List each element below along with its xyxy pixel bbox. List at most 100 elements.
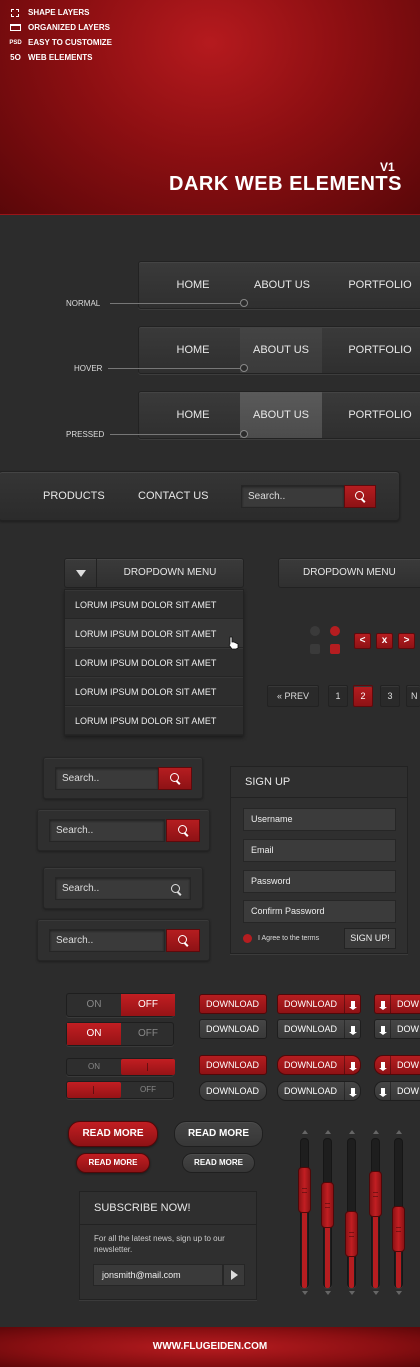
download-arrow-icon (375, 1082, 391, 1100)
search-input[interactable]: Search.. (55, 767, 159, 790)
search-button[interactable] (344, 485, 376, 508)
nav-item-about[interactable]: ABOUT US (241, 262, 323, 308)
slider-knob[interactable] (392, 1205, 405, 1252)
slider-up-arrow-icon[interactable] (373, 1130, 379, 1134)
subscribe-email-input[interactable]: jonsmith@mail.com (93, 1264, 223, 1286)
slider-up-arrow-icon[interactable] (325, 1130, 331, 1134)
read-more-button-small[interactable]: READ MORE (76, 1153, 150, 1173)
search-widget-1: Search.. (43, 757, 203, 799)
dropdown-item[interactable]: LORUM IPSUM DOLOR SIT AMET (65, 648, 243, 677)
email-field[interactable]: Email (243, 839, 396, 862)
subscribe-submit-button[interactable] (223, 1264, 245, 1286)
dropdown-toggle[interactable] (65, 559, 97, 587)
slider-down-arrow-icon[interactable] (325, 1291, 331, 1295)
agree-radio[interactable] (243, 934, 252, 943)
toggle-off[interactable]: ON OFF (66, 993, 175, 1017)
toggle-on[interactable]: ON OFF (66, 1022, 174, 1046)
state-label-normal: NORMAL (66, 299, 101, 308)
pagination-page-active[interactable]: 2 (353, 685, 373, 707)
download-button[interactable]: DOWNLOAD (199, 994, 267, 1014)
pagination-page[interactable]: 1 (328, 685, 348, 707)
dropdown-item[interactable]: LORUM IPSUM DOLOR SIT AMET (65, 677, 243, 706)
username-field[interactable]: Username (243, 808, 396, 831)
read-more-button-small[interactable]: READ MORE (182, 1153, 255, 1173)
slider-knob[interactable] (345, 1210, 358, 1257)
download-icon-button[interactable]: DOWNLOAD (277, 994, 361, 1014)
radio-off[interactable] (310, 626, 320, 636)
nav-item-home[interactable]: HOME (157, 327, 229, 373)
download-icon-left-button[interactable]: DOW (374, 1055, 420, 1075)
radio-on[interactable] (330, 626, 340, 636)
toggle-off-label: OFF (121, 994, 175, 1016)
search-input[interactable]: Search.. (49, 929, 165, 952)
toggle-small-on[interactable]: ON (66, 1058, 175, 1076)
dropdown-header-2[interactable]: DROPDOWN MENU (278, 558, 420, 588)
triangle-down-icon (75, 569, 86, 577)
dropdown-item[interactable]: LORUM IPSUM DOLOR SIT AMET (65, 590, 243, 619)
search-icon (170, 883, 182, 895)
subscribe-text: For all the latest news, sign up to our … (94, 1234, 225, 1254)
toggle-small-off[interactable]: OFF (66, 1081, 174, 1099)
close-button[interactable]: x (376, 633, 393, 649)
download-arrow-icon (344, 995, 360, 1013)
download-icon-button[interactable]: DOWNLOAD (277, 1055, 361, 1075)
nav-item-contact[interactable]: CONTACT US (138, 472, 209, 520)
download-button[interactable]: DOWNLOAD (199, 1055, 267, 1075)
download-icon-left-button[interactable]: DOW (374, 1081, 420, 1101)
checkbox-on[interactable] (330, 644, 340, 654)
slider-knob[interactable] (298, 1167, 311, 1214)
slider-up-arrow-icon[interactable] (302, 1130, 308, 1134)
nav-item-portfolio[interactable]: PORTFOLIO (335, 392, 420, 438)
nav-item-portfolio[interactable]: PORTFOLIO (335, 327, 420, 373)
search-icon (354, 491, 366, 502)
download-arrow-icon (344, 1056, 360, 1074)
slider-down-arrow-icon[interactable] (396, 1291, 402, 1295)
search-button[interactable] (166, 819, 200, 842)
download-icon-left-button[interactable]: DOW (374, 994, 420, 1014)
slider-down-arrow-icon[interactable] (373, 1291, 379, 1295)
password-field[interactable]: Password (243, 870, 396, 893)
toggle-on-label: ON (86, 999, 102, 1010)
read-more-button[interactable]: READ MORE (68, 1121, 158, 1147)
read-more-button[interactable]: READ MORE (174, 1121, 263, 1147)
slider-knob[interactable] (369, 1171, 382, 1218)
download-icon-left-button[interactable]: DOW (374, 1019, 420, 1039)
dropdown-item-hover[interactable]: LORUM IPSUM DOLOR SIT AMET (65, 619, 243, 648)
nav-item-about-pressed[interactable]: ABOUT US (240, 392, 322, 438)
download-button[interactable]: DOWNLOAD (199, 1019, 267, 1039)
slider-up-arrow-icon[interactable] (396, 1130, 402, 1134)
dropdown-header[interactable]: DROPDOWN MENU (64, 558, 244, 588)
nav-item-portfolio[interactable]: PORTFOLIO (335, 262, 420, 308)
download-icon-button[interactable]: DOWNLOAD (277, 1019, 361, 1039)
next-arrow-button[interactable]: > (398, 633, 415, 649)
subscribe-panel: SUBSCRIBE NOW! For all the latest news, … (79, 1191, 257, 1300)
download-icon-button[interactable]: DOWNLOAD (277, 1081, 361, 1101)
feature-label: WEB ELEMENTS (28, 53, 93, 62)
search-button[interactable] (168, 881, 184, 897)
nav-bar-pressed: HOME ABOUT US PORTFOLIO (138, 391, 420, 439)
signup-button[interactable]: SIGN UP! (344, 928, 396, 949)
search-button[interactable] (166, 929, 200, 952)
checkbox-off[interactable] (310, 644, 320, 654)
pagination-prev[interactable]: « PREV (267, 685, 319, 707)
slider-knob[interactable] (321, 1181, 334, 1228)
download-arrow-icon (375, 1056, 391, 1074)
nav-item-home[interactable]: HOME (157, 262, 229, 308)
slider-up-arrow-icon[interactable] (349, 1130, 355, 1134)
slider-down-arrow-icon[interactable] (302, 1291, 308, 1295)
search-button[interactable] (158, 767, 192, 790)
download-button[interactable]: DOWNLOAD (199, 1081, 267, 1101)
prev-arrow-button[interactable]: < (354, 633, 371, 649)
download-label: DOW (397, 1024, 419, 1034)
pagination-page[interactable]: N (406, 685, 420, 707)
confirm-password-field[interactable]: Confirm Password (243, 900, 396, 923)
dropdown-item[interactable]: LORUM IPSUM DOLOR SIT AMET (65, 706, 243, 735)
search-input[interactable]: Search.. (241, 485, 345, 508)
pagination-page[interactable]: 3 (380, 685, 400, 707)
search-input[interactable]: Search.. (49, 819, 165, 842)
slider-down-arrow-icon[interactable] (349, 1291, 355, 1295)
search-icon (169, 773, 181, 784)
nav-item-about-hover[interactable]: ABOUT US (240, 327, 322, 373)
nav-item-products[interactable]: PRODUCTS (43, 472, 105, 520)
nav-item-home[interactable]: HOME (157, 392, 229, 438)
